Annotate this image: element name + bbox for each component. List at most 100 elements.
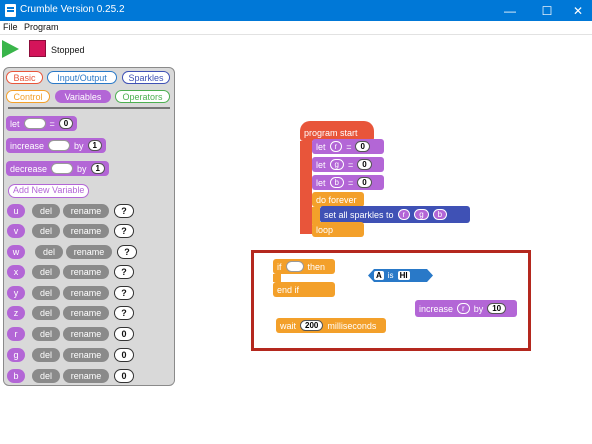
compare-block[interactable]: A is HI: [368, 269, 433, 282]
sparkle-r-var[interactable]: r: [397, 209, 411, 220]
delete-variable-button[interactable]: del: [32, 286, 60, 300]
variable-value[interactable]: 0: [114, 369, 134, 383]
menu-file[interactable]: File: [3, 22, 18, 32]
compare-left[interactable]: A: [374, 271, 384, 280]
let-value[interactable]: 0: [357, 177, 372, 188]
delete-variable-button[interactable]: del: [32, 306, 60, 320]
wait-label: wait: [280, 320, 297, 331]
variable-pill[interactable]: w: [7, 245, 25, 259]
rename-variable-button[interactable]: rename: [66, 245, 112, 259]
maximize-button[interactable]: ☐: [531, 0, 563, 21]
wait-value[interactable]: 200: [300, 320, 324, 331]
compare-right[interactable]: HI: [398, 271, 410, 280]
let-block[interactable]: let g = 0: [312, 157, 384, 172]
variable-pill[interactable]: b: [7, 369, 25, 383]
sparkle-b-var[interactable]: b: [432, 209, 448, 220]
let-eq: =: [346, 141, 352, 152]
play-icon[interactable]: [2, 40, 19, 58]
delete-variable-button[interactable]: del: [32, 204, 60, 218]
tab-operators[interactable]: Operators: [115, 90, 170, 103]
let-value[interactable]: 0: [58, 118, 74, 129]
let-value[interactable]: 0: [355, 141, 370, 152]
wait-block[interactable]: wait 200 milliseconds: [276, 318, 386, 333]
variable-pill[interactable]: z: [7, 306, 25, 320]
variable-value[interactable]: ?: [114, 286, 134, 300]
variable-pill[interactable]: y: [7, 286, 25, 300]
let-var-slot[interactable]: [23, 118, 46, 129]
let-var[interactable]: r: [329, 141, 343, 152]
let-label: let: [316, 177, 326, 188]
let-value[interactable]: 0: [357, 159, 372, 170]
increase-var-slot[interactable]: [48, 140, 71, 151]
variable-value[interactable]: ?: [114, 306, 134, 320]
let-var[interactable]: b: [329, 177, 344, 188]
let-eq: =: [347, 177, 354, 188]
menu-bar: File Program: [0, 21, 592, 35]
variable-value[interactable]: ?: [114, 265, 134, 279]
variable-value[interactable]: 0: [114, 327, 134, 341]
tab-variables[interactable]: Variables: [55, 90, 111, 103]
rename-variable-button[interactable]: rename: [63, 224, 109, 238]
palette-decrease-block[interactable]: decrease by 1: [6, 161, 109, 176]
rename-variable-button[interactable]: rename: [63, 348, 109, 362]
increase-var[interactable]: r: [457, 303, 470, 314]
if-condition-slot[interactable]: [285, 261, 304, 272]
run-status: Stopped: [51, 45, 85, 55]
delete-variable-button[interactable]: del: [32, 348, 60, 362]
let-block[interactable]: let r = 0: [312, 139, 384, 154]
increase-block[interactable]: increase r by 10: [415, 300, 517, 317]
palette-let-block[interactable]: let = 0: [6, 116, 78, 131]
rename-variable-button[interactable]: rename: [63, 265, 109, 279]
variable-value[interactable]: 0: [114, 348, 134, 362]
rename-variable-button[interactable]: rename: [63, 286, 109, 300]
do-forever-block[interactable]: do forever: [312, 192, 364, 207]
sparkle-g-var[interactable]: g: [414, 209, 429, 220]
let-block[interactable]: let b = 0: [312, 175, 384, 190]
decrease-value[interactable]: 1: [90, 163, 105, 174]
program-start-block[interactable]: program start: [300, 121, 374, 141]
rename-variable-button[interactable]: rename: [63, 369, 109, 383]
increase-value[interactable]: 10: [487, 303, 507, 314]
end-if-block[interactable]: end if: [273, 282, 335, 297]
stop-icon[interactable]: [29, 40, 46, 57]
variable-pill[interactable]: x: [7, 265, 25, 279]
variable-pill[interactable]: g: [7, 348, 25, 362]
variable-pill[interactable]: u: [7, 204, 25, 218]
delete-variable-button[interactable]: del: [32, 369, 60, 383]
delete-variable-button[interactable]: del: [35, 245, 63, 259]
decrease-var-slot[interactable]: [51, 163, 74, 174]
if-then-block[interactable]: if then: [273, 259, 335, 274]
close-button[interactable]: ✕: [562, 0, 592, 21]
variable-value[interactable]: ?: [114, 204, 134, 218]
program-start-label: program start: [304, 128, 358, 138]
delete-variable-button[interactable]: del: [32, 327, 60, 341]
minimize-button[interactable]: —: [494, 0, 526, 21]
delete-variable-button[interactable]: del: [32, 265, 60, 279]
delete-variable-button[interactable]: del: [32, 224, 60, 238]
decrease-by: by: [77, 163, 87, 174]
menu-program[interactable]: Program: [24, 22, 59, 32]
let-var[interactable]: g: [329, 159, 344, 170]
let-label: let: [316, 159, 326, 170]
variable-pill[interactable]: v: [7, 224, 25, 238]
variable-value[interactable]: ?: [114, 224, 134, 238]
palette-increase-block[interactable]: increase by 1: [6, 138, 106, 153]
loop-end-block[interactable]: loop: [312, 222, 364, 237]
compare-op: is: [387, 271, 394, 280]
let-eq: =: [49, 118, 55, 129]
rename-variable-button[interactable]: rename: [63, 306, 109, 320]
tab-sparkles[interactable]: Sparkles: [122, 71, 170, 84]
variable-pill[interactable]: r: [7, 327, 25, 341]
variable-value[interactable]: ?: [117, 245, 137, 259]
set-all-sparkles-block[interactable]: set all sparkles to r g b: [320, 206, 470, 223]
increase-label: increase: [10, 140, 45, 151]
increase-by: by: [473, 303, 484, 314]
rename-variable-button[interactable]: rename: [63, 204, 109, 218]
tab-input-output[interactable]: Input/Output: [47, 71, 117, 84]
rename-variable-button[interactable]: rename: [63, 327, 109, 341]
loop-label: loop: [316, 224, 334, 235]
add-variable-button[interactable]: Add New Variable: [8, 184, 90, 198]
increase-value[interactable]: 1: [87, 140, 102, 151]
tab-basic[interactable]: Basic: [6, 71, 43, 84]
tab-control[interactable]: Control: [6, 90, 50, 103]
